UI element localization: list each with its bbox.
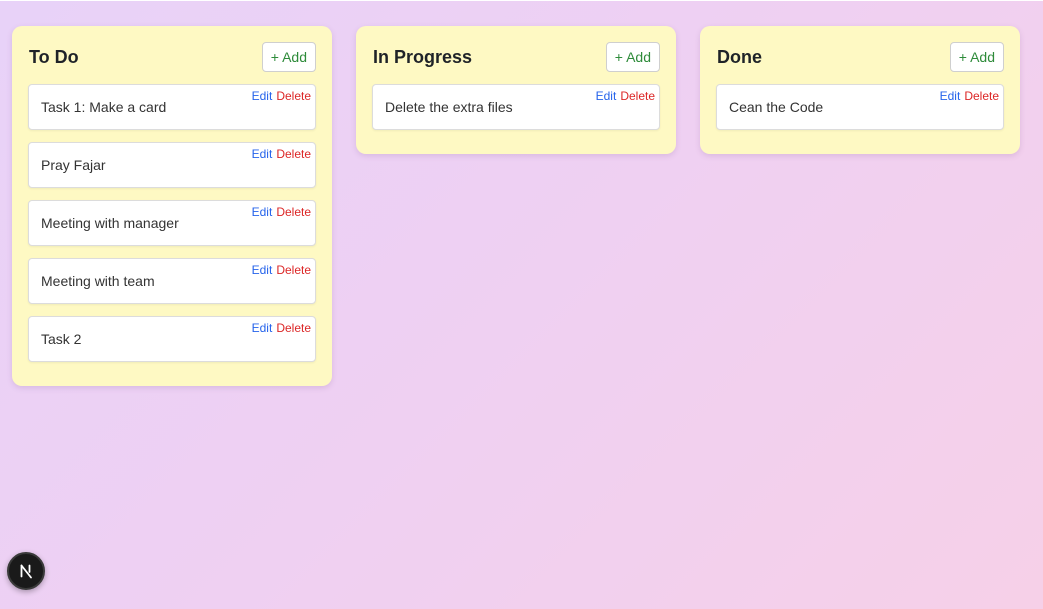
kanban-board: To Do + Add Task 1: Make a card Edit Dele…	[12, 26, 1020, 386]
task-card[interactable]: Task 2 Edit Delete	[28, 316, 316, 362]
add-card-button[interactable]: + Add	[949, 42, 1004, 72]
task-text: Delete the extra files	[385, 99, 513, 115]
task-text: Meeting with manager	[41, 215, 179, 231]
edit-link[interactable]: Edit	[252, 321, 273, 335]
delete-link[interactable]: Delete	[276, 89, 311, 103]
delete-link[interactable]: Delete	[964, 89, 999, 103]
edit-link[interactable]: Edit	[252, 147, 273, 161]
column-header: To Do + Add	[28, 42, 316, 72]
card-actions: Edit Delete	[252, 147, 311, 161]
edit-link[interactable]: Edit	[596, 89, 617, 103]
edit-link[interactable]: Edit	[252, 205, 273, 219]
add-card-button[interactable]: + Add	[261, 42, 316, 72]
task-card[interactable]: Meeting with team Edit Delete	[28, 258, 316, 304]
task-text: Cean the Code	[729, 99, 824, 115]
column-title: To Do	[29, 46, 79, 67]
nextjs-devtools-button[interactable]	[7, 552, 45, 590]
task-card[interactable]: Delete the extra files Edit Delete	[372, 84, 660, 130]
task-card[interactable]: Meeting with manager Edit Delete	[28, 200, 316, 246]
task-text: Meeting with team	[41, 273, 155, 289]
task-card[interactable]: Cean the Code Edit Delete	[716, 84, 1004, 130]
task-card[interactable]: Pray Fajar Edit Delete	[28, 142, 316, 188]
edit-link[interactable]: Edit	[252, 263, 273, 277]
card-actions: Edit Delete	[596, 89, 655, 103]
card-actions: Edit Delete	[252, 263, 311, 277]
task-text: Task 2	[41, 331, 82, 347]
column-title: Done	[717, 46, 762, 67]
edit-link[interactable]: Edit	[940, 89, 961, 103]
column-title: In Progress	[373, 46, 473, 67]
card-actions: Edit Delete	[252, 205, 311, 219]
column-done: Done + Add Cean the Code Edit Delete	[700, 26, 1020, 154]
card-actions: Edit Delete	[940, 89, 999, 103]
task-text: Task 1: Make a card	[41, 99, 167, 115]
top-border	[0, 0, 1043, 1]
column-in-progress: In Progress + Add Delete the extra files…	[356, 26, 676, 154]
column-header: In Progress + Add	[372, 42, 660, 72]
card-actions: Edit Delete	[252, 321, 311, 335]
add-card-button[interactable]: + Add	[605, 42, 660, 72]
card-actions: Edit Delete	[252, 89, 311, 103]
delete-link[interactable]: Delete	[276, 147, 311, 161]
delete-link[interactable]: Delete	[620, 89, 655, 103]
nextjs-logo-icon	[20, 564, 32, 579]
delete-link[interactable]: Delete	[276, 205, 311, 219]
delete-link[interactable]: Delete	[276, 263, 311, 277]
task-card[interactable]: Task 1: Make a card Edit Delete	[28, 84, 316, 130]
column-todo: To Do + Add Task 1: Make a card Edit Dele…	[12, 26, 332, 386]
delete-link[interactable]: Delete	[276, 321, 311, 335]
edit-link[interactable]: Edit	[252, 89, 273, 103]
task-text: Pray Fajar	[41, 157, 106, 173]
column-header: Done + Add	[716, 42, 1004, 72]
